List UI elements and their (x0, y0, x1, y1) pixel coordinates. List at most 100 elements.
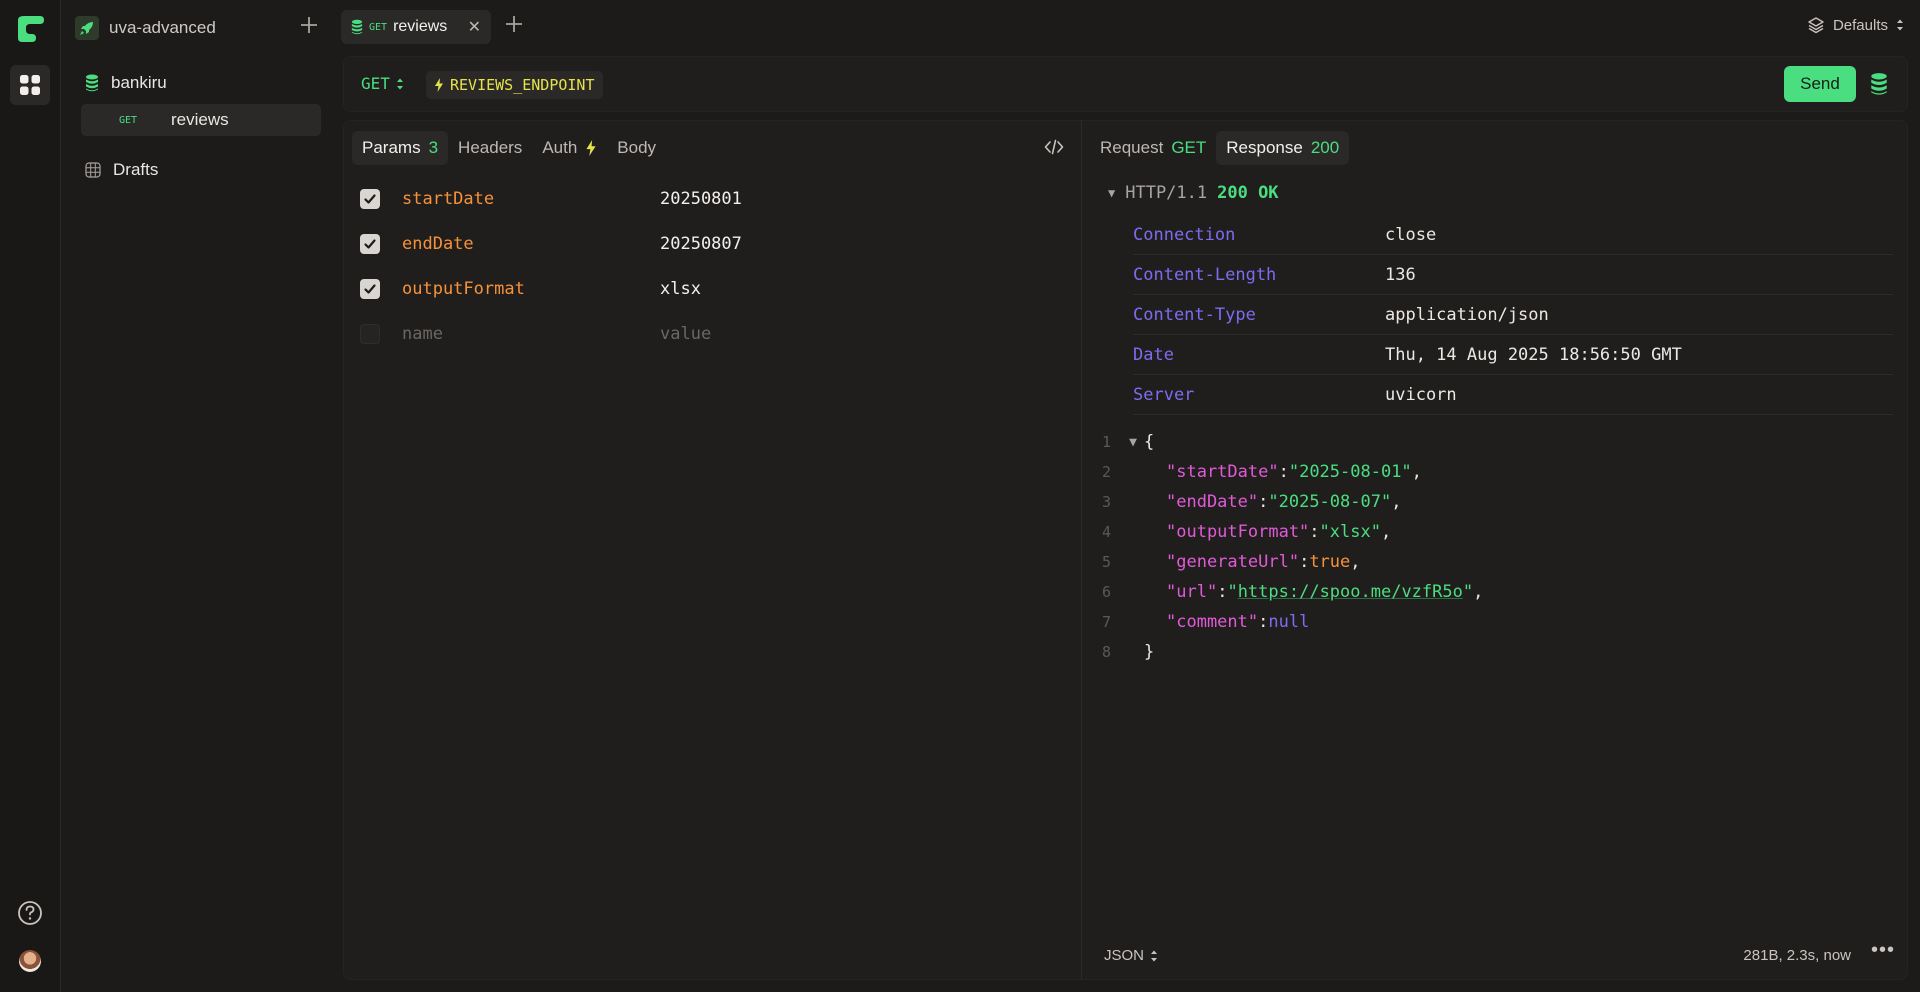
more-options-icon[interactable]: ••• (1871, 939, 1895, 962)
sidebar: uva-advanced bankiru GET reviews Drafts (61, 0, 331, 992)
tab-reviews[interactable]: GET reviews ✕ (341, 10, 491, 44)
json-key: "generateUrl" (1166, 552, 1300, 572)
tab-auth-label: Auth (542, 138, 578, 157)
endpoint-variable-chip[interactable]: REVIEWS_ENDPOINT (426, 71, 603, 99)
response-body-viewer[interactable]: 1 ▼ { 2 "startDate": "2025-08-01", 3 "en… (1102, 427, 1483, 667)
method-label: GET (361, 74, 390, 93)
request-pane: Params 3 Headers Auth Body startDate 202… (343, 120, 1081, 980)
json-null: null (1268, 612, 1310, 632)
workspaces-grid-button[interactable] (10, 65, 50, 105)
drafts-grid-icon (85, 162, 101, 178)
param-value[interactable]: 20250807 (660, 234, 742, 254)
param-name[interactable]: outputFormat (402, 279, 525, 299)
line-number: 3 (1102, 493, 1112, 511)
check-icon (364, 239, 376, 249)
help-icon[interactable] (15, 898, 45, 928)
tab-body[interactable]: Body (607, 131, 666, 165)
new-tab-button[interactable] (504, 12, 524, 38)
line-number: 6 (1102, 583, 1112, 601)
json-key: "comment" (1166, 612, 1259, 632)
sort-arrows-icon (396, 78, 403, 89)
tab-request-label: Request (1100, 138, 1164, 157)
sidebar-request-reviews[interactable]: GET reviews (81, 104, 321, 136)
fold-triangle-icon[interactable]: ▼ (1122, 435, 1144, 450)
code-view-icon[interactable] (1044, 137, 1066, 159)
app-rail (0, 0, 61, 992)
param-row: endDate 20250807 (360, 228, 1060, 260)
json-key: "endDate" (1166, 492, 1259, 512)
response-meta: 281B, 2.3s, now (1743, 947, 1851, 964)
tab-body-label: Body (617, 138, 657, 157)
param-row: outputFormat xlsx (360, 273, 1060, 305)
request-method-badge: GET (1171, 138, 1207, 157)
sidebar-drafts-label: Drafts (113, 160, 159, 179)
response-status-badge: 200 (1310, 138, 1340, 157)
environment-selector[interactable]: Defaults (1807, 16, 1904, 34)
code-line: 7 "comment": null (1102, 612, 1310, 632)
tab-headers[interactable]: Headers (448, 131, 532, 165)
json-brace: } (1144, 642, 1155, 662)
param-name[interactable]: startDate (402, 189, 494, 209)
header-key: Content-Type (1133, 304, 1256, 325)
bolt-icon (586, 140, 596, 156)
sidebar-folder-label: bankiru (111, 73, 167, 92)
sidebar-folder-bankiru[interactable]: bankiru (75, 67, 311, 99)
header-value: uvicorn (1385, 384, 1457, 405)
environment-label: Defaults (1832, 16, 1888, 34)
database-icon[interactable] (1870, 72, 1894, 98)
json-url-link[interactable]: https://spoo.me/vzfR5o (1238, 582, 1463, 602)
send-button[interactable]: Send (1784, 66, 1856, 102)
code-line: 2 "startDate": "2025-08-01", (1102, 462, 1422, 482)
line-number: 7 (1102, 613, 1112, 631)
sort-arrows-icon (1151, 950, 1158, 961)
http-status: 200 OK (1217, 183, 1279, 203)
header-key: Date (1133, 344, 1174, 365)
json-string: "2025-08-07" (1268, 492, 1392, 512)
code-line: 6 "url": " https://spoo.me/vzfR5o ", (1102, 582, 1484, 602)
tab-auth[interactable]: Auth (532, 131, 607, 165)
param-value[interactable]: 20250801 (660, 189, 742, 209)
line-number: 2 (1102, 463, 1112, 481)
tab-response-label: Response (1226, 138, 1303, 157)
tab-method: GET (369, 21, 388, 33)
json-key: "startDate" (1166, 462, 1279, 482)
tab-request-view[interactable]: Request GET (1090, 131, 1216, 165)
tab-params[interactable]: Params 3 (352, 131, 449, 165)
close-icon[interactable]: ✕ (468, 17, 481, 37)
header-value: 136 (1385, 264, 1416, 285)
tab-headers-label: Headers (458, 138, 523, 157)
header-key: Server (1133, 384, 1195, 405)
tab-response-view[interactable]: Response 200 (1216, 131, 1350, 165)
plus-icon (301, 17, 317, 33)
param-value[interactable]: xlsx (660, 279, 701, 299)
add-item-button[interactable] (296, 14, 322, 40)
param-enabled-checkbox[interactable] (360, 279, 380, 299)
sort-arrows-icon (1897, 19, 1903, 31)
app-logo-icon[interactable] (14, 14, 46, 46)
code-line: 5 "generateUrl": true, (1102, 552, 1361, 572)
param-enabled-checkbox[interactable] (360, 234, 380, 254)
workspace-name: uva-advanced (109, 18, 216, 37)
param-enabled-checkbox[interactable] (360, 324, 380, 344)
header-key: Connection (1133, 224, 1236, 245)
header-key: Content-Length (1133, 264, 1277, 285)
rocket-icon (75, 16, 99, 40)
workspace-switcher[interactable]: uva-advanced (75, 14, 216, 42)
param-name[interactable]: endDate (402, 234, 474, 254)
json-key: "url" (1166, 582, 1218, 602)
param-enabled-checkbox[interactable] (360, 189, 380, 209)
header-value: Thu, 14 Aug 2025 18:56:50 GMT (1385, 344, 1682, 365)
response-format-selector[interactable]: JSON (1104, 947, 1158, 964)
param-name-input[interactable]: name (402, 324, 443, 344)
method-selector[interactable]: GET (361, 74, 404, 93)
line-number: 8 (1102, 643, 1112, 661)
param-value-input[interactable]: value (660, 324, 711, 344)
sidebar-drafts[interactable]: Drafts (75, 154, 311, 186)
response-status-line[interactable]: ▼ HTTP/1.1 200 OK (1108, 183, 1279, 203)
json-key: "outputFormat" (1166, 522, 1310, 542)
user-avatar[interactable] (19, 950, 41, 972)
response-format-label: JSON (1104, 947, 1145, 964)
tab-bar: GET reviews ✕ Defaults (331, 0, 1920, 55)
plus-icon (506, 16, 522, 32)
line-number: 1 (1102, 433, 1112, 451)
